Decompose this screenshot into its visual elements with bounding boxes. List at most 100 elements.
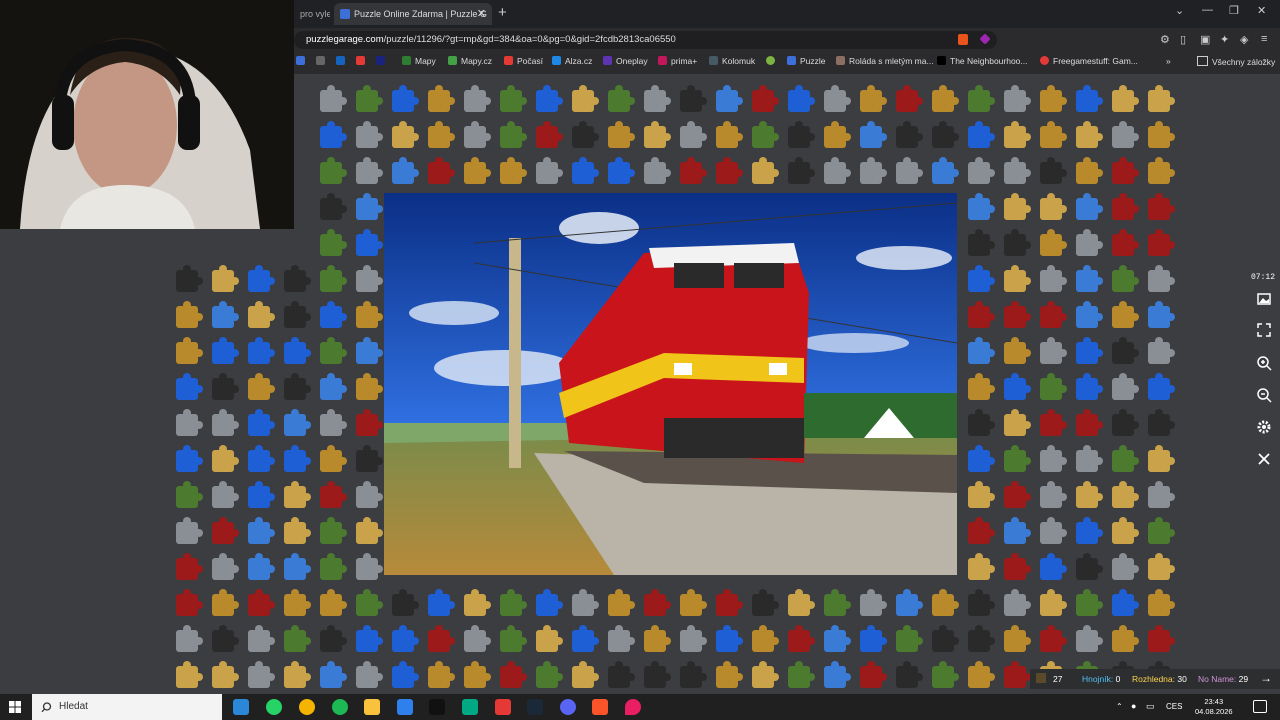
puzzle-piece[interactable] (248, 265, 275, 292)
puzzle-piece[interactable] (1040, 589, 1067, 616)
puzzle-piece[interactable] (968, 409, 995, 436)
puzzle-piece[interactable] (1148, 121, 1175, 148)
puzzle-piece[interactable] (824, 625, 851, 652)
puzzle-piece[interactable] (212, 301, 239, 328)
puzzle-piece[interactable] (500, 121, 527, 148)
puzzle-piece[interactable] (1148, 409, 1175, 436)
puzzle-piece[interactable] (1040, 229, 1067, 256)
zoom-out-icon[interactable] (1256, 387, 1272, 403)
puzzle-piece[interactable] (428, 661, 455, 688)
puzzle-piece[interactable] (248, 661, 275, 688)
puzzle-piece[interactable] (320, 301, 347, 328)
puzzle-piece[interactable] (320, 589, 347, 616)
puzzle-piece[interactable] (824, 85, 851, 112)
puzzle-piece[interactable] (284, 301, 311, 328)
puzzle-piece[interactable] (464, 157, 491, 184)
puzzle-piece[interactable] (248, 409, 275, 436)
puzzle-piece[interactable] (176, 265, 203, 292)
puzzle-piece[interactable] (1112, 625, 1139, 652)
new-tab-button[interactable]: + (498, 3, 507, 23)
bookmark-icon-5[interactable] (376, 56, 389, 66)
puzzle-piece[interactable] (248, 517, 275, 544)
puzzle-piece[interactable] (1112, 337, 1139, 364)
puzzle-piece[interactable] (1040, 409, 1067, 436)
puzzle-piece[interactable] (248, 445, 275, 472)
puzzle-piece[interactable] (1076, 409, 1103, 436)
puzzle-piece[interactable] (1076, 337, 1103, 364)
puzzle-piece[interactable] (320, 625, 347, 652)
puzzle-piece[interactable] (356, 409, 383, 436)
extensions-icon[interactable]: ⚙ (1160, 33, 1170, 46)
preview-image-icon[interactable] (1256, 291, 1272, 307)
puzzle-piece[interactable] (320, 157, 347, 184)
puzzle-piece[interactable] (212, 409, 239, 436)
puzzle-piece[interactable] (716, 589, 743, 616)
puzzle-piece[interactable] (464, 85, 491, 112)
tab-puzzle[interactable]: Puzzle Online Zdarma | Puzzle G ✕ (334, 3, 492, 25)
puzzle-piece[interactable] (716, 121, 743, 148)
puzzle-piece[interactable] (320, 409, 347, 436)
puzzle-piece[interactable] (1040, 445, 1067, 472)
puzzle-piece[interactable] (788, 85, 815, 112)
puzzle-piece[interactable] (1148, 553, 1175, 580)
puzzle-piece[interactable] (536, 661, 563, 688)
puzzle-piece[interactable] (212, 517, 239, 544)
sidebar-icon[interactable]: ▯ (1180, 33, 1186, 46)
puzzle-piece[interactable] (1004, 85, 1031, 112)
address-bar[interactable]: puzzlegarage.com/puzzle/11296/?gt=mp&gd=… (294, 31, 997, 49)
puzzle-piece[interactable] (1040, 85, 1067, 112)
puzzle-piece[interactable] (284, 445, 311, 472)
minimize-button[interactable]: — (1202, 4, 1213, 16)
puzzle-piece[interactable] (896, 121, 923, 148)
puzzle-piece[interactable] (320, 481, 347, 508)
tray-up-icon[interactable]: ⌃ (1116, 702, 1123, 711)
puzzle-piece[interactable] (212, 265, 239, 292)
puzzle-piece[interactable] (572, 121, 599, 148)
puzzle-piece[interactable] (932, 157, 959, 184)
puzzle-piece[interactable] (248, 301, 275, 328)
bookmark-icon-1[interactable] (296, 56, 309, 66)
puzzle-piece[interactable] (788, 589, 815, 616)
puzzle-piece[interactable] (356, 157, 383, 184)
fullscreen-icon[interactable] (1256, 322, 1272, 338)
puzzle-piece[interactable] (968, 301, 995, 328)
puzzle-piece[interactable] (896, 625, 923, 652)
puzzle-piece[interactable] (968, 373, 995, 400)
bookmark-chrome[interactable] (766, 56, 779, 66)
vscode-icon[interactable] (397, 699, 413, 715)
puzzle-piece[interactable] (932, 121, 959, 148)
puzzle-piece[interactable] (1148, 229, 1175, 256)
puzzle-piece[interactable] (1004, 661, 1031, 688)
puzzle-piece[interactable] (356, 337, 383, 364)
app-icon[interactable] (462, 699, 478, 715)
steam-icon[interactable] (527, 699, 543, 715)
puzzle-piece[interactable] (572, 157, 599, 184)
bookmark-icon-2[interactable] (316, 56, 329, 66)
puzzle-piece[interactable] (716, 661, 743, 688)
next-arrow-button[interactable]: → (1260, 671, 1272, 685)
puzzle-piece[interactable] (968, 553, 995, 580)
puzzle-piece[interactable] (1040, 157, 1067, 184)
puzzle-piece[interactable] (536, 85, 563, 112)
puzzle-piece[interactable] (248, 481, 275, 508)
assembled-puzzle-image[interactable] (384, 193, 957, 575)
puzzle-piece[interactable] (1076, 193, 1103, 220)
bookmark-mapycz[interactable]: Mapy.cz (448, 56, 492, 66)
bookmark-mapy[interactable]: Mapy (402, 56, 436, 66)
puzzle-piece[interactable] (1076, 517, 1103, 544)
puzzle-piece[interactable] (320, 337, 347, 364)
puzzle-piece[interactable] (536, 589, 563, 616)
puzzle-piece[interactable] (860, 661, 887, 688)
puzzle-piece[interactable] (428, 121, 455, 148)
puzzle-piece[interactable] (356, 229, 383, 256)
file-explorer-icon[interactable] (364, 699, 380, 715)
puzzle-piece[interactable] (284, 625, 311, 652)
puzzle-piece[interactable] (1040, 301, 1067, 328)
menu-icon[interactable]: ≡ (1261, 33, 1267, 45)
puzzle-piece[interactable] (320, 373, 347, 400)
bookmark-neighbourhood[interactable]: The Neighbourhoo... (937, 56, 1028, 66)
puzzle-piece[interactable] (572, 625, 599, 652)
puzzle-piece[interactable] (968, 589, 995, 616)
puzzle-piece[interactable] (176, 481, 203, 508)
puzzle-piece[interactable] (176, 301, 203, 328)
